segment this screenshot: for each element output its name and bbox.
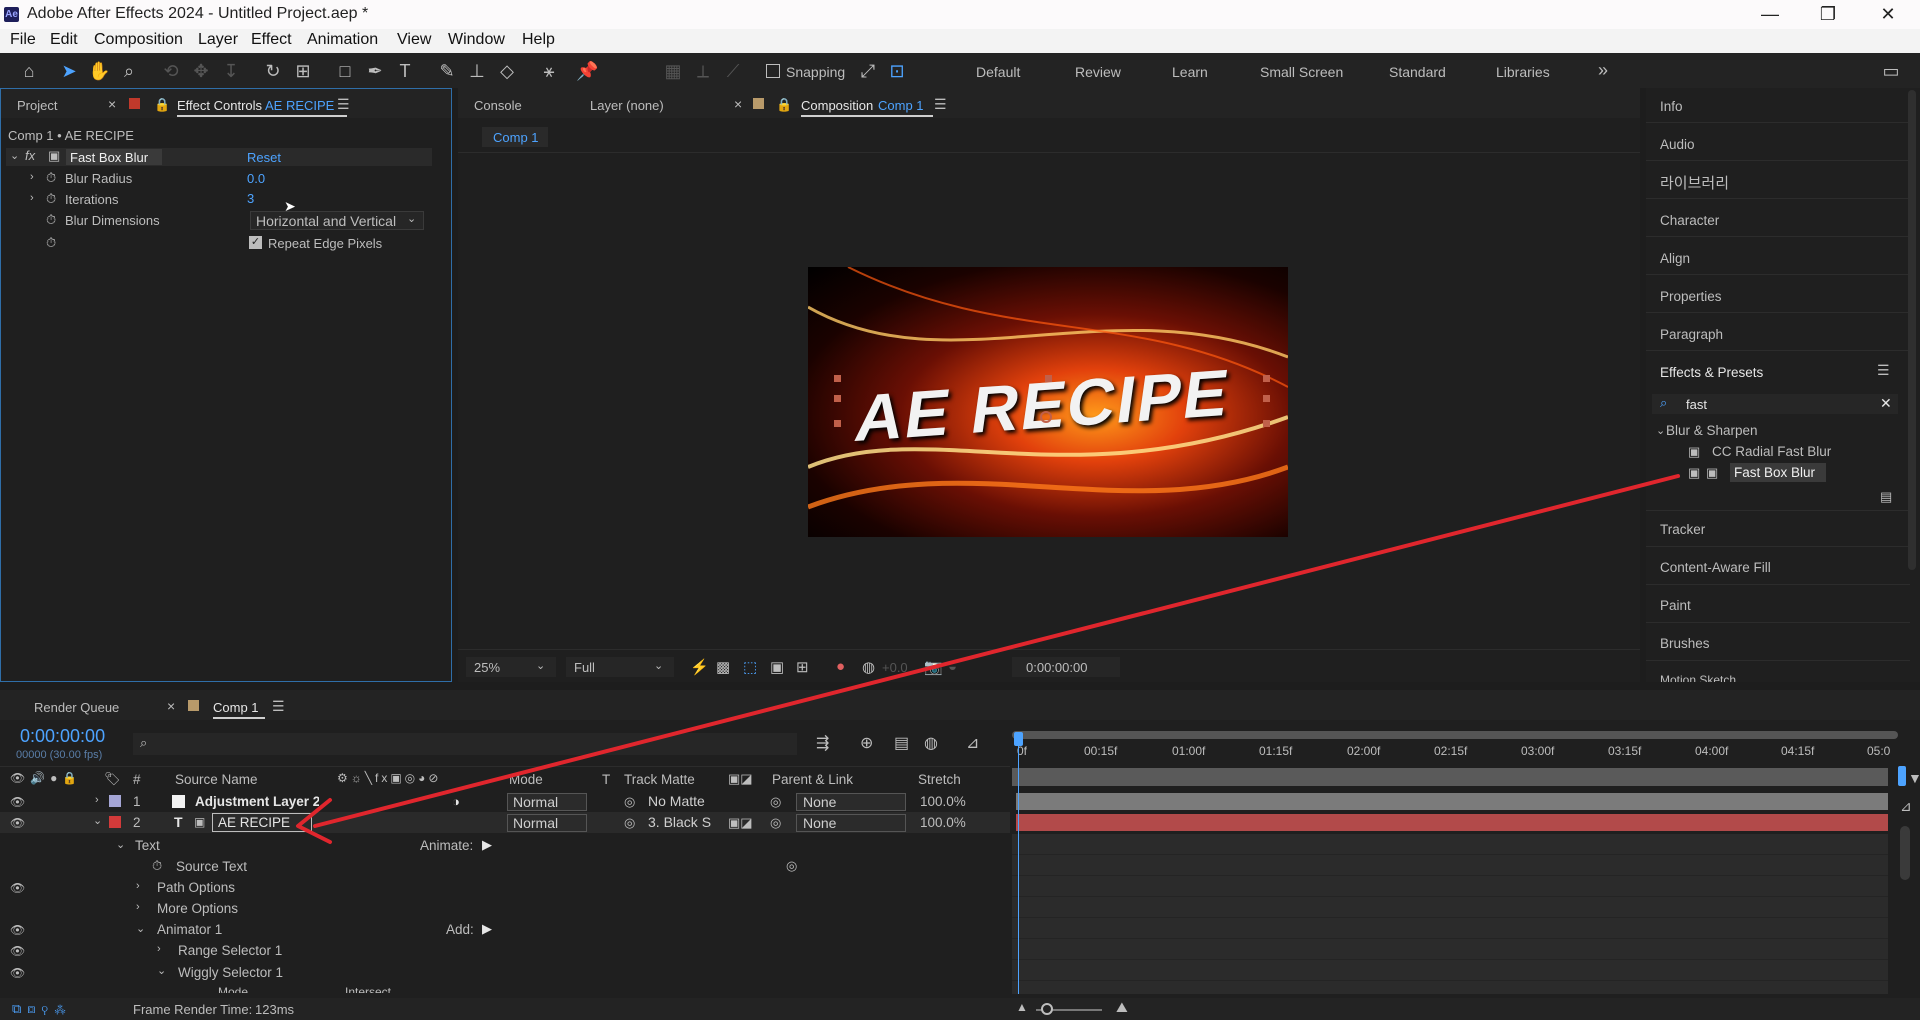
drag-arrow-annotation — [296, 474, 1680, 844]
